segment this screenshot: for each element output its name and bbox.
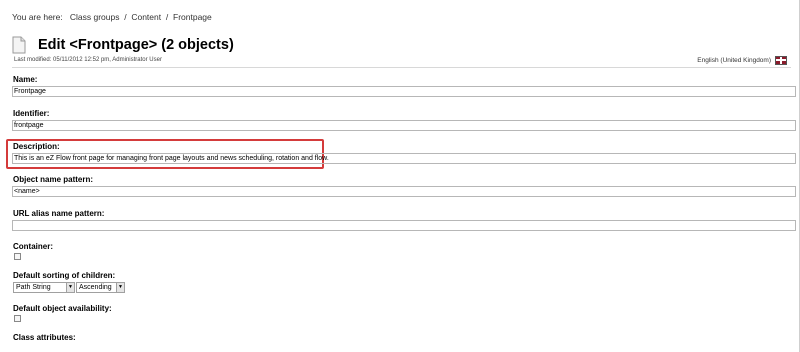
breadcrumb: You are here: Class groups / Content / F… — [12, 12, 212, 22]
language-indicator: English (United Kingdom) — [697, 56, 787, 65]
sort-order-value: Ascending — [79, 284, 112, 291]
uk-flag-icon — [775, 56, 787, 65]
identifier-input[interactable]: frontpage — [12, 120, 796, 131]
identifier-label: Identifier: — [13, 109, 50, 118]
title-row: Edit <Frontpage> (2 objects) — [12, 36, 234, 54]
container-checkbox[interactable] — [14, 253, 21, 260]
object-name-pattern-input[interactable]: <name> — [12, 186, 796, 197]
header-divider — [12, 67, 791, 68]
breadcrumb-link-content[interactable]: Content — [131, 12, 161, 22]
sort-field-value: Path String — [16, 284, 51, 291]
default-availability-checkbox[interactable] — [14, 315, 21, 322]
chevron-down-icon: ▼ — [66, 283, 74, 292]
breadcrumb-link-class-groups[interactable]: Class groups — [70, 12, 120, 22]
object-name-pattern-label: Object name pattern: — [13, 175, 94, 184]
breadcrumb-current-frontpage: Frontpage — [173, 12, 212, 22]
page-title: Edit <Frontpage> (2 objects) — [38, 37, 234, 53]
sort-order-select[interactable]: Ascending ▼ — [76, 282, 125, 293]
last-modified-info: Last modified: 05/11/2012 12:52 pm, Admi… — [14, 57, 162, 63]
breadcrumb-prefix: You are here: — [12, 12, 63, 22]
name-input[interactable]: Frontpage — [12, 86, 796, 97]
chevron-down-icon: ▼ — [116, 283, 124, 292]
default-sorting-label: Default sorting of children: — [13, 271, 116, 280]
description-input[interactable]: This is an eZ Flow front page for managi… — [12, 153, 796, 164]
container-label: Container: — [13, 242, 53, 251]
class-attributes-label: Class attributes: — [13, 333, 76, 342]
document-icon — [12, 36, 26, 54]
url-alias-pattern-input[interactable] — [12, 220, 796, 231]
description-label: Description: — [13, 142, 60, 151]
default-availability-label: Default object availability: — [13, 304, 112, 313]
name-label: Name: — [13, 75, 38, 84]
language-label: English (United Kingdom) — [697, 57, 771, 64]
url-alias-pattern-label: URL alias name pattern: — [13, 209, 105, 218]
sort-field-select[interactable]: Path String ▼ — [13, 282, 75, 293]
edit-class-page: You are here: Class groups / Content / F… — [0, 0, 800, 352]
